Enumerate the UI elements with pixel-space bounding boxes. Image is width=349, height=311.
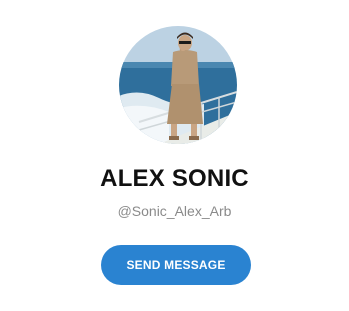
profile-handle: @Sonic_Alex_Arb: [117, 203, 232, 219]
avatar: [119, 26, 237, 144]
avatar-photo: [119, 26, 237, 144]
profile-name: ALEX SONIC: [100, 165, 249, 192]
send-message-button[interactable]: SEND MESSAGE: [101, 245, 251, 285]
profile-card: ALEX SONIC @Sonic_Alex_Arb SEND MESSAGE: [0, 0, 349, 311]
